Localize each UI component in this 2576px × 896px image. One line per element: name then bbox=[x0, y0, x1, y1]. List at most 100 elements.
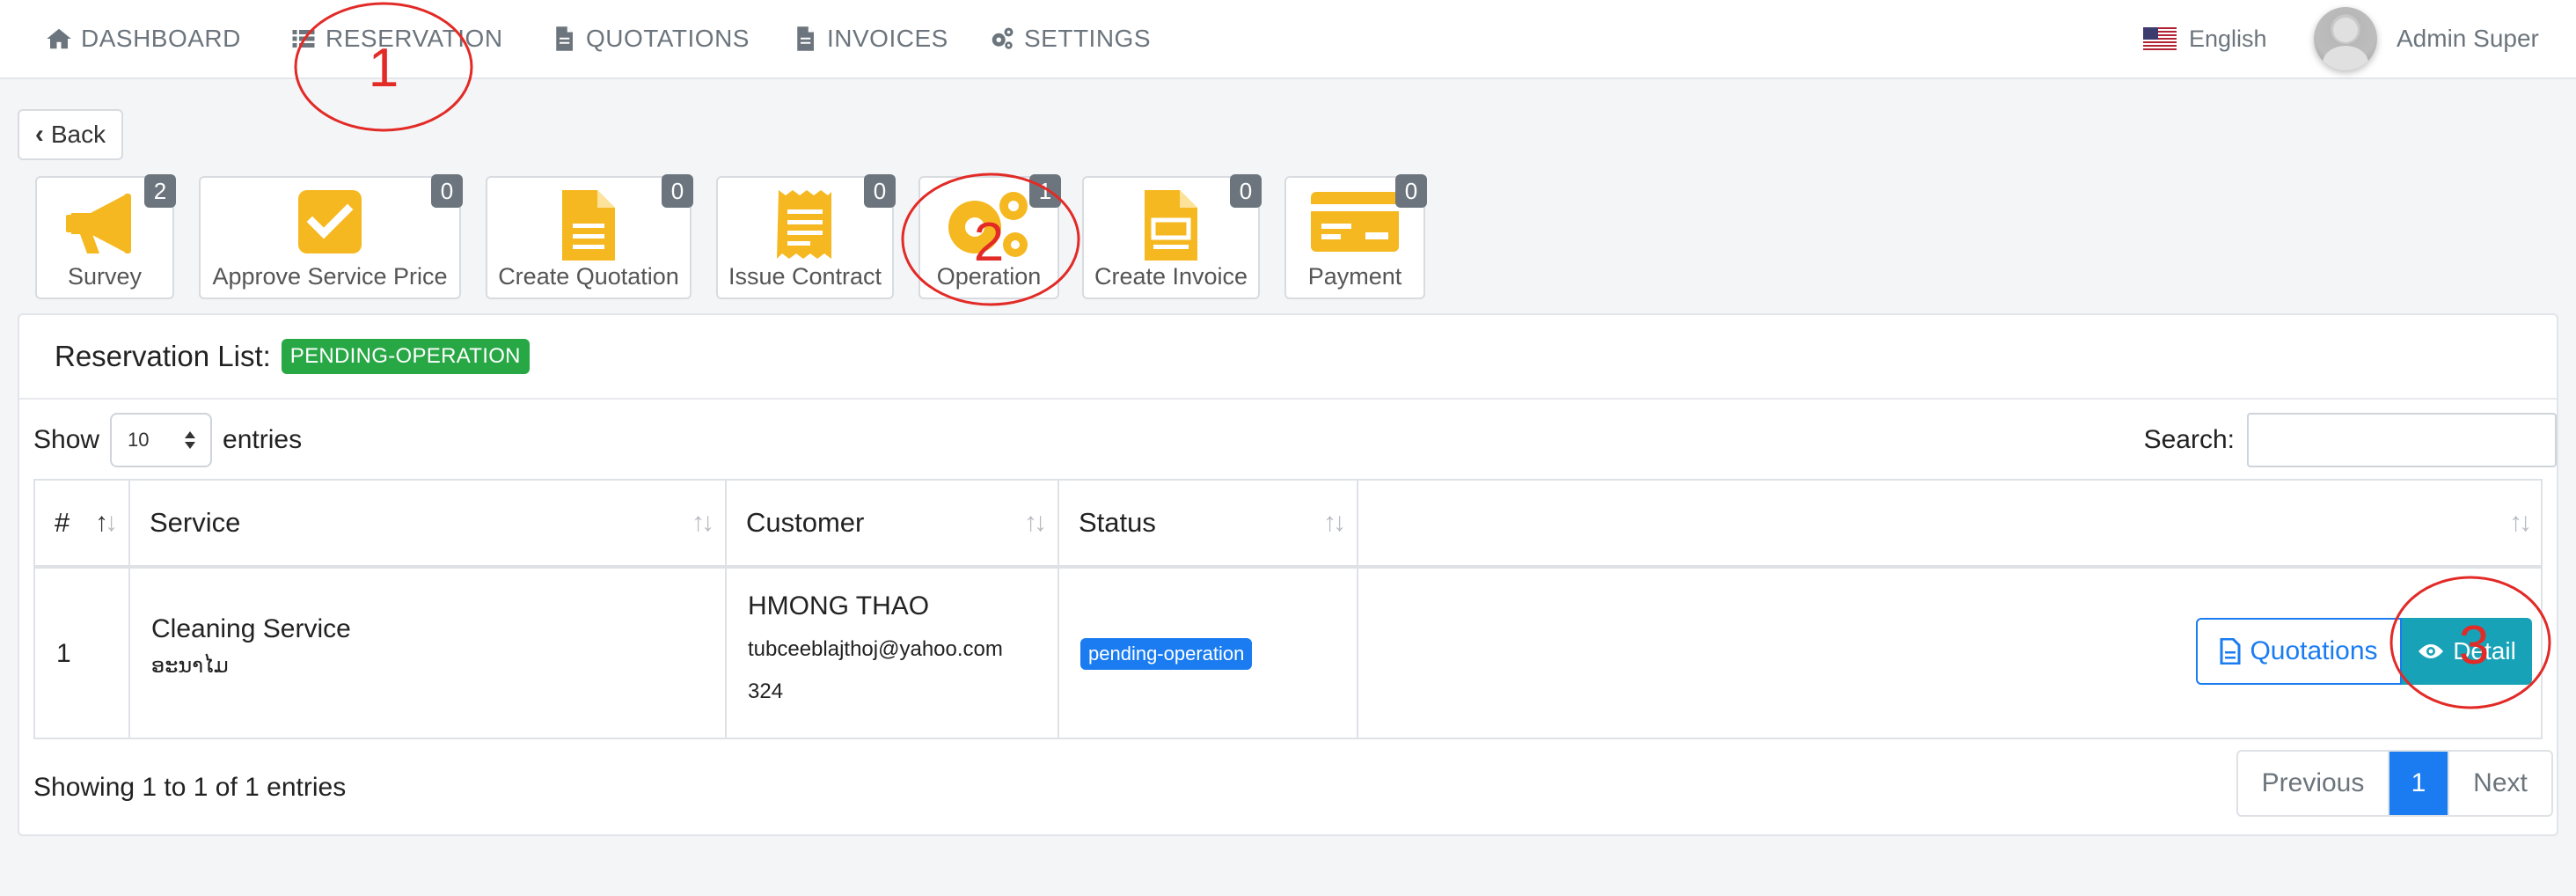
top-navbar: DASHBOARD RESERVATION QUOTATIONS INVOICE… bbox=[0, 0, 2576, 79]
column-header-label: Customer bbox=[746, 507, 865, 538]
step-label: Approve Service Price bbox=[212, 263, 448, 290]
nav-settings-label: SETTINGS bbox=[1024, 25, 1152, 52]
table-row-service: Cleaning Service ອະນາໄມ bbox=[130, 569, 727, 739]
sort-icon: ↑↓ bbox=[1323, 508, 1346, 537]
row-status-badge: pending-operation bbox=[1080, 638, 1253, 670]
page-size-value: 10 bbox=[128, 429, 150, 451]
detail-button[interactable]: Detail bbox=[2402, 618, 2532, 685]
step-approve-service-price[interactable]: Approve Service Price 0 bbox=[199, 174, 463, 299]
column-header-label: Service bbox=[150, 507, 241, 538]
table-summary: Showing 1 to 1 of 1 entries bbox=[33, 773, 347, 802]
sort-icon: ↑↓ bbox=[95, 508, 118, 537]
chevron-left-icon: ‹ bbox=[34, 120, 44, 149]
nav-dashboard-label: DASHBOARD bbox=[81, 25, 241, 52]
card-icon bbox=[1311, 192, 1399, 252]
sort-icon: ↑↓ bbox=[692, 508, 714, 537]
back-button[interactable]: ‹ Back bbox=[18, 109, 123, 160]
column-header-index[interactable]: # ↑↓ bbox=[35, 481, 130, 569]
service-name: Cleaning Service bbox=[151, 614, 351, 643]
quotations-button[interactable]: Quotations bbox=[2196, 618, 2402, 685]
customer-email: tubceeblajthoj@yahoo.com bbox=[748, 637, 1003, 661]
nav-quotations[interactable]: QUOTATIONS bbox=[551, 0, 750, 77]
step-operation[interactable]: Operation 1 bbox=[918, 174, 1061, 299]
detail-label: Detail bbox=[2453, 637, 2516, 665]
page-size-control: Show 10 entries bbox=[33, 412, 302, 468]
step-label: Survey bbox=[67, 263, 143, 290]
service-sub-name: ອະນາໄມ bbox=[151, 654, 229, 678]
table-row-index: 1 bbox=[35, 569, 130, 739]
step-survey[interactable]: Survey 2 bbox=[35, 174, 176, 299]
quotations-label: Quotations bbox=[2250, 636, 2378, 665]
step-count-badge: 0 bbox=[431, 174, 463, 208]
step-label: Issue Contract bbox=[728, 263, 882, 290]
customer-phone: 324 bbox=[748, 679, 784, 703]
nav-dashboard[interactable]: DASHBOARD bbox=[46, 0, 241, 77]
pagination-next[interactable]: Next bbox=[2449, 752, 2551, 815]
step-count-badge: 0 bbox=[1395, 174, 1427, 208]
reservation-table: # ↑↓ Service ↑↓ Customer ↑↓ Status ↑↓ ↑↓… bbox=[33, 479, 2543, 739]
search-input[interactable] bbox=[2247, 413, 2557, 467]
check-icon bbox=[298, 190, 362, 253]
step-label: Create Invoice bbox=[1094, 263, 1248, 290]
step-label: Payment bbox=[1307, 263, 1402, 290]
language-label: English bbox=[2189, 25, 2267, 52]
receipt-icon bbox=[777, 190, 831, 259]
pagination-page-1[interactable]: 1 bbox=[2389, 752, 2449, 815]
pagination: Previous 1 Next bbox=[2236, 750, 2553, 817]
sort-arrows-icon bbox=[185, 431, 196, 449]
file-icon bbox=[556, 26, 573, 51]
show-label: Show bbox=[33, 425, 100, 454]
entries-label: entries bbox=[223, 425, 303, 454]
eye-icon bbox=[2419, 644, 2444, 658]
page-size-select[interactable]: 10 bbox=[110, 413, 213, 467]
file-icon bbox=[562, 190, 615, 261]
home-icon bbox=[47, 28, 71, 49]
table-row-customer: HMONG THAO tubceeblajthoj@yahoo.com 324 bbox=[727, 569, 1059, 739]
step-issue-contract[interactable]: Issue Contract 0 bbox=[716, 174, 896, 299]
pagination-previous[interactable]: Previous bbox=[2238, 752, 2389, 815]
table-row-status: pending-operation bbox=[1059, 569, 1358, 739]
sort-icon: ↑↓ bbox=[1024, 508, 1047, 537]
status-badge: PENDING-OPERATION bbox=[281, 339, 530, 374]
nav-reservation-label: RESERVATION bbox=[326, 25, 503, 52]
step-count-badge: 1 bbox=[1029, 174, 1061, 208]
avatar bbox=[2314, 7, 2377, 70]
column-header-status[interactable]: Status ↑↓ bbox=[1059, 481, 1358, 569]
step-create-quotation[interactable]: Create Quotation 0 bbox=[486, 174, 693, 299]
column-header-actions[interactable]: ↑↓ bbox=[1358, 481, 2543, 569]
user-menu[interactable]: Admin Super bbox=[2314, 0, 2539, 77]
row-index: 1 bbox=[56, 639, 71, 668]
card-title: Reservation List: bbox=[55, 340, 271, 372]
column-header-service[interactable]: Service ↑↓ bbox=[130, 481, 727, 569]
us-flag-icon bbox=[2143, 27, 2177, 50]
list-icon bbox=[292, 30, 315, 48]
invoice-icon bbox=[1145, 190, 1197, 261]
search-control: Search: bbox=[2144, 412, 2557, 468]
step-create-invoice[interactable]: Create Invoice 0 bbox=[1082, 174, 1262, 299]
column-header-label: # bbox=[55, 507, 70, 538]
step-count-badge: 0 bbox=[662, 174, 693, 208]
card-header: Reservation List: PENDING-OPERATION bbox=[19, 315, 2557, 400]
nav-invoices[interactable]: INVOICES bbox=[792, 0, 948, 77]
step-label: Create Quotation bbox=[498, 263, 679, 290]
gears-icon bbox=[992, 27, 1014, 49]
column-header-customer[interactable]: Customer ↑↓ bbox=[727, 481, 1059, 569]
file-icon bbox=[2220, 638, 2241, 665]
sort-icon: ↑↓ bbox=[2509, 508, 2532, 537]
step-count-badge: 2 bbox=[144, 174, 176, 208]
step-count-badge: 0 bbox=[1230, 174, 1262, 208]
step-payment[interactable]: Payment 0 bbox=[1284, 174, 1427, 299]
nav-reservation[interactable]: RESERVATION bbox=[290, 0, 503, 77]
nav-settings[interactable]: SETTINGS bbox=[989, 0, 1151, 77]
step-count-badge: 0 bbox=[864, 174, 896, 208]
file-icon bbox=[797, 26, 814, 51]
search-label: Search: bbox=[2143, 425, 2235, 454]
language-selector[interactable]: English bbox=[2143, 0, 2267, 77]
megaphone-icon bbox=[66, 194, 131, 253]
column-header-label: Status bbox=[1079, 507, 1156, 538]
customer-name: HMONG THAO bbox=[748, 591, 930, 621]
nav-invoices-label: INVOICES bbox=[827, 25, 948, 52]
user-name: Admin Super bbox=[2397, 25, 2539, 52]
step-label: Operation bbox=[936, 263, 1042, 290]
reservation-list-card: Reservation List: PENDING-OPERATION Show… bbox=[18, 313, 2558, 836]
